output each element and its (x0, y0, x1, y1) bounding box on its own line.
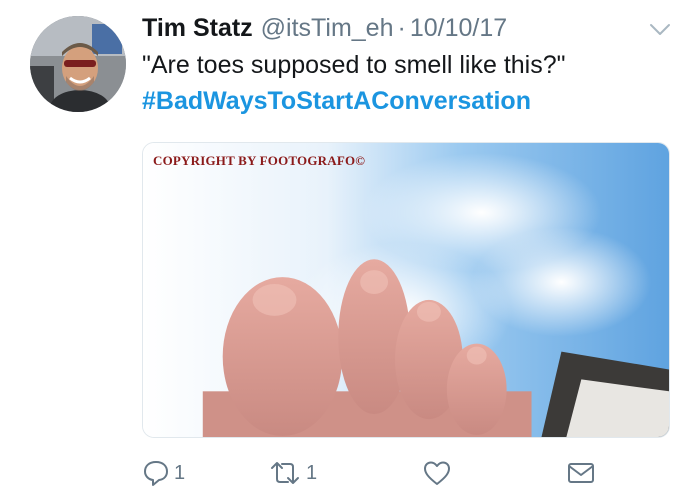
tweet-date[interactable]: 10/10/17 (410, 14, 507, 43)
tweet-text: "Are toes supposed to smell like this?" (142, 51, 566, 79)
tweet-actions: 1 1 (142, 456, 672, 490)
tweet-photo[interactable]: COPYRIGHT BY FOOTOGRAFO© (142, 142, 670, 438)
chevron-down-icon[interactable] (648, 22, 672, 38)
reply-icon (144, 461, 168, 486)
reply-count: 1 (174, 461, 186, 484)
direct-message-button[interactable] (566, 456, 596, 490)
reply-button[interactable]: 1 (142, 456, 185, 490)
retweet-count: 1 (306, 461, 318, 484)
retweet-button[interactable]: 1 (268, 456, 317, 490)
toes-photo-image (143, 143, 669, 437)
hashtag-link[interactable]: #BadWaysToStartAConversation (142, 86, 531, 116)
photo-watermark: COPYRIGHT BY FOOTOGRAFO© (153, 153, 366, 168)
avatar-image (30, 16, 126, 112)
separator-dot: · (397, 14, 406, 42)
like-button[interactable] (422, 456, 456, 490)
display-name[interactable]: Tim Statz (142, 14, 253, 43)
user-handle[interactable]: @itsTim_eh (261, 14, 394, 43)
tweet-header: Tim Statz @itsTim_eh · 10/10/17 (142, 14, 507, 46)
avatar[interactable] (30, 16, 126, 112)
heart-icon (424, 461, 450, 485)
retweet-icon (271, 462, 299, 484)
envelope-icon (568, 463, 594, 483)
